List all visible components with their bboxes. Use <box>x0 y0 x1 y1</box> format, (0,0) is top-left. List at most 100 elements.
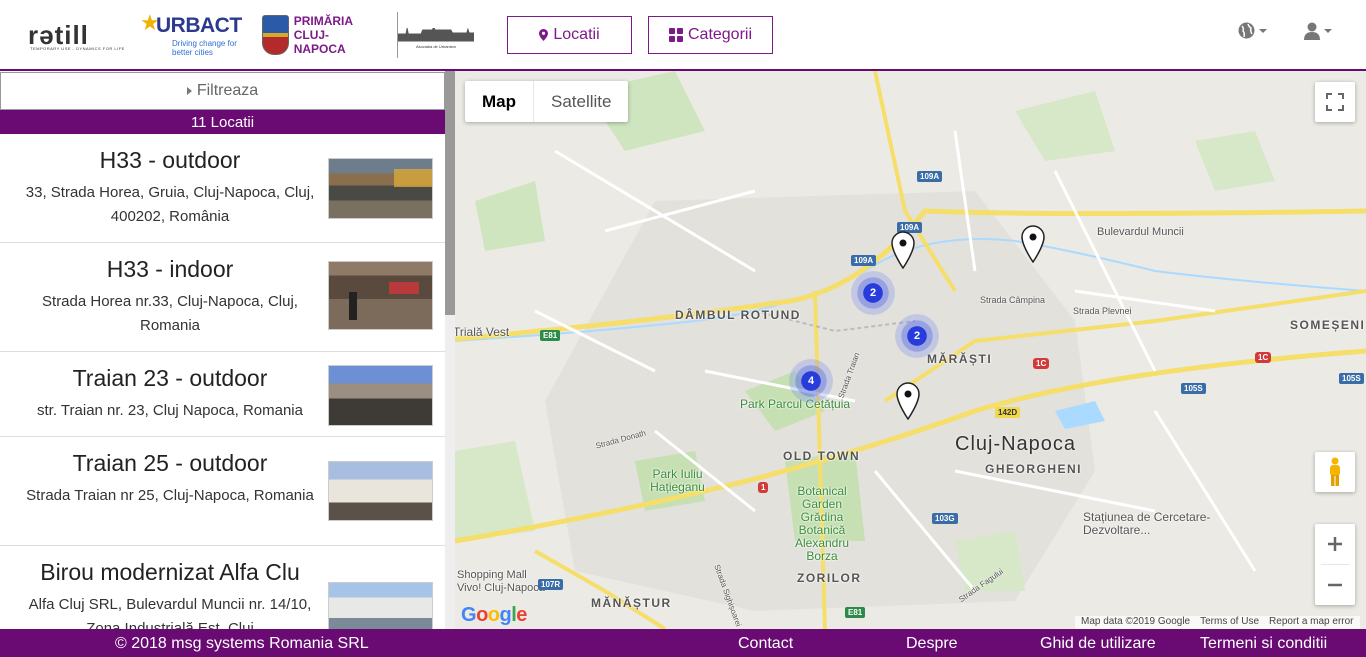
globe-icon <box>1238 22 1255 39</box>
marker-cluster[interactable]: 4 <box>789 359 833 403</box>
association-logo[interactable]: Asociatia de Urbanism <box>397 12 475 58</box>
location-address: Alfa Cluj SRL, Bulevardul Muncii nr. 14/… <box>28 596 312 629</box>
location-thumbnail[interactable] <box>328 461 433 521</box>
pegman-icon <box>1330 457 1340 486</box>
locatii-button-label: Locatii <box>553 26 600 43</box>
street-label: Strada Plevnei <box>1073 306 1132 316</box>
list-item[interactable]: Birou modernizat Alfa Clu Alfa Cluj SRL,… <box>0 546 445 629</box>
cluster-count: 2 <box>913 330 921 342</box>
road-shield: E81 <box>540 330 561 341</box>
list-item[interactable]: H33 - indoor Strada Horea nr.33, Cluj-Na… <box>0 243 445 352</box>
footer-link-contact[interactable]: Contact <box>738 635 793 653</box>
location-thumbnail[interactable] <box>328 158 433 219</box>
skyline-icon <box>398 23 474 42</box>
primaria-line1: PRIMĂRIA <box>293 14 354 28</box>
list-item[interactable]: Traian 25 - outdoor Strada Traian nr 25,… <box>0 437 445 546</box>
list-item[interactable]: Traian 23 - outdoor str. Traian nr. 23, … <box>0 352 445 437</box>
location-list: H33 - outdoor 33, Strada Horea, Gruia, C… <box>0 134 445 629</box>
street-label: Trială Vest <box>455 325 510 339</box>
map-view[interactable]: DÂMBUL ROTUND MĂRĂȘTI OLD TOWN GHEORGHEN… <box>455 71 1366 629</box>
map-type-satellite-button[interactable]: Satellite <box>534 81 628 122</box>
categorii-button[interactable]: Categorii <box>648 16 773 54</box>
user-dropdown[interactable] <box>1304 22 1332 40</box>
location-title: Traian 25 - outdoor <box>72 450 268 476</box>
user-icon <box>1304 22 1320 40</box>
city-label: Cluj-Napoca <box>955 433 1077 455</box>
fullscreen-icon <box>1326 93 1344 111</box>
sidebar-scrollbar[interactable] <box>445 71 455 629</box>
road-shield: 109A <box>917 171 943 182</box>
location-thumbnail[interactable] <box>328 261 433 330</box>
street-label: Strada Câmpina <box>980 295 1046 305</box>
footer-link-termeni[interactable]: Termeni si conditii <box>1200 635 1327 653</box>
district-label: MĂRĂȘTI <box>927 352 993 366</box>
filter-label: Filtreaza <box>196 82 259 99</box>
park-label: Botanical Garden Grădina Botanică Alexan… <box>794 484 850 563</box>
marker-cluster[interactable]: 2 <box>895 314 939 358</box>
urbact-logo[interactable]: ★ URBACT Driving change for better citie… <box>140 12 242 58</box>
fullscreen-button[interactable] <box>1315 82 1355 122</box>
street-label: Bulevardul Muncii <box>1097 226 1184 238</box>
map-data-credit: Map data ©2019 Google <box>1081 616 1191 627</box>
zoom-control <box>1315 524 1355 605</box>
retill-logo[interactable]: rətill TEMPORARY USE - DYNAMICS FOR LIFE <box>28 12 124 58</box>
header: rətill TEMPORARY USE - DYNAMICS FOR LIFE… <box>0 0 1366 71</box>
scrollbar-thumb[interactable] <box>445 71 455 315</box>
footer-link-ghid[interactable]: Ghid de utilizare <box>1040 635 1156 653</box>
list-item[interactable]: H33 - outdoor 33, Strada Horea, Gruia, C… <box>0 134 445 243</box>
location-sidebar: Filtreaza 11 Locatii H33 - outdoor 33, S… <box>0 71 455 629</box>
location-thumbnail[interactable] <box>328 582 433 629</box>
report-error-link[interactable]: Report a map error <box>1269 616 1353 629</box>
location-thumbnail[interactable] <box>328 365 433 426</box>
road-shield: 107R <box>538 579 564 590</box>
road-shield: 105S <box>1339 373 1364 384</box>
caret-right-icon <box>186 87 192 95</box>
road-shield: 1 <box>758 482 769 493</box>
retill-logo-tagline: TEMPORARY USE - DYNAMICS FOR LIFE <box>30 46 125 51</box>
poi-label: Stațiunea de Cercetare-Dezvoltare... <box>1083 510 1211 537</box>
district-label: ZORILOR <box>797 571 862 585</box>
plus-icon <box>1328 537 1342 551</box>
zoom-in-button[interactable] <box>1315 524 1355 564</box>
mall-label: Shopping Mall <box>457 569 527 581</box>
location-title: Traian 23 - outdoor <box>72 365 268 391</box>
road-shield: 1C <box>1033 358 1050 369</box>
location-marker-icon[interactable] <box>891 231 915 269</box>
map-attribution: Map data ©2019 Google Terms of Use Repor… <box>1075 616 1360 629</box>
chevron-down-icon <box>1259 28 1267 33</box>
location-marker-icon[interactable] <box>1021 225 1045 263</box>
location-address: 33, Strada Horea, Gruia, Cluj-Napoca, Cl… <box>25 184 315 225</box>
location-address: Strada Traian nr 25, Cluj-Napoca, Romani… <box>26 487 314 504</box>
footer-link-despre[interactable]: Despre <box>906 635 958 653</box>
footer: © 2018 msg systems Romania SRL Contact D… <box>0 629 1366 657</box>
filter-toggle[interactable]: Filtreaza <box>0 72 445 110</box>
crest-icon <box>262 15 289 55</box>
road-shield: 1C <box>1255 352 1272 363</box>
language-dropdown[interactable] <box>1238 22 1267 39</box>
zoom-out-button[interactable] <box>1315 565 1355 605</box>
cluster-count: 2 <box>869 287 877 299</box>
map-type-map-button[interactable]: Map <box>465 81 534 122</box>
marker-cluster[interactable]: 2 <box>851 271 895 315</box>
categorii-button-label: Categorii <box>687 26 753 43</box>
road-shield: 109A <box>851 255 877 266</box>
google-logo[interactable]: Google <box>461 604 527 627</box>
district-label: GHEORGHENI <box>985 462 1083 476</box>
terms-of-use-link[interactable]: Terms of Use <box>1200 616 1259 629</box>
logo-divider <box>397 12 398 58</box>
road-shield: 105S <box>1181 383 1206 394</box>
locatii-button[interactable]: Locatii <box>507 16 632 54</box>
retill-logo-mark: rətill <box>28 20 89 50</box>
location-marker-icon[interactable] <box>896 382 920 420</box>
location-count: 11 Locatii <box>190 113 255 131</box>
urbact-logo-tagline: Driving change for better cities <box>172 39 237 57</box>
park-label: Park Parcul Cetățuia <box>740 397 851 411</box>
map-marker-icon <box>539 29 549 41</box>
primaria-logo-text: PRIMĂRIA CLUJ-NAPOCA <box>294 14 380 56</box>
district-label: DÂMBUL ROTUND <box>675 308 801 322</box>
location-address: Strada Horea nr.33, Cluj-Napoca, Cluj, R… <box>42 293 298 334</box>
street-view-button[interactable] <box>1315 452 1355 492</box>
poi-label: Vivo! Cluj-Napoca <box>457 582 545 594</box>
primaria-logo[interactable]: PRIMĂRIA CLUJ-NAPOCA <box>262 12 380 58</box>
road-shield: E81 <box>845 607 866 618</box>
